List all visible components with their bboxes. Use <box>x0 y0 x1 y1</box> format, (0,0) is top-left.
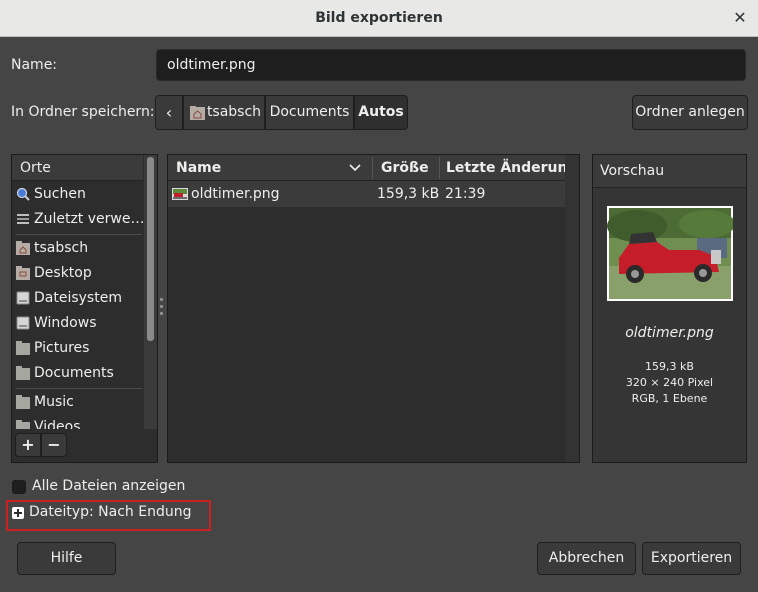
preview-dimensions: 320 × 240 Pixel <box>625 376 714 389</box>
place-item-label: Music <box>34 394 74 410</box>
close-button[interactable]: ✕ <box>730 8 750 28</box>
checkbox-box <box>12 480 26 494</box>
place-item-label: Windows <box>34 315 97 331</box>
places-header-label: Orte <box>20 160 51 176</box>
place-item-music[interactable]: Music <box>13 390 143 415</box>
place-item-home[interactable]: tsabsch <box>13 236 143 261</box>
place-item-documents[interactable]: Documents <box>13 361 143 386</box>
path-segment-home[interactable]: tsabsch <box>183 95 265 130</box>
close-icon: ✕ <box>733 8 747 27</box>
filename-input[interactable]: oldtimer.png <box>156 49 746 81</box>
file-modified: 21:39 <box>445 186 486 202</box>
place-item-label: Documents <box>34 365 114 381</box>
place-item-label: Dateisystem <box>34 290 122 306</box>
preview-header-label: Vorschau <box>600 163 665 179</box>
place-item-label: Suchen <box>34 186 86 202</box>
place-item-filesystem[interactable]: Dateisystem <box>13 286 143 311</box>
place-item-videos[interactable]: Videos <box>13 415 143 429</box>
place-item-windows[interactable]: Windows <box>13 311 143 336</box>
file-size: 159,3 kB <box>377 186 440 202</box>
file-name: oldtimer.png <box>191 186 280 202</box>
place-item-desktop[interactable]: Desktop <box>13 261 143 286</box>
places-separator <box>16 234 142 235</box>
places-panel: Orte Suchen Zuletzt verwe… tsabsch Deskt… <box>11 154 158 463</box>
home-folder-icon <box>190 106 205 120</box>
preview-filename: oldtimer.png <box>625 325 714 341</box>
column-header-name[interactable]: Name <box>168 155 372 181</box>
place-item-search[interactable]: Suchen <box>13 182 143 207</box>
place-item-label: Pictures <box>34 340 90 356</box>
filetype-label: Dateityp: Nach Endung <box>29 504 192 520</box>
column-header-name-label: Name <box>176 160 222 176</box>
show-all-files-checkbox[interactable]: Alle Dateien anzeigen <box>12 478 232 496</box>
path-segment-current-label: Autos <box>358 104 404 120</box>
help-button[interactable]: Hilfe <box>17 542 116 575</box>
create-folder-label: Ordner anlegen <box>635 104 745 120</box>
cancel-button[interactable]: Abbrechen <box>537 542 636 575</box>
places-header: Orte <box>12 155 143 181</box>
sort-chevron-down-icon <box>349 164 361 172</box>
column-header-size-label: Größe <box>381 160 429 176</box>
folder-icon <box>16 420 30 429</box>
places-scrollbar-thumb[interactable] <box>147 157 154 341</box>
export-button-label: Exportieren <box>650 550 733 566</box>
desktop-folder-icon <box>16 266 30 280</box>
place-item-label: Desktop <box>34 265 92 281</box>
search-icon <box>16 187 30 201</box>
name-label: Name: <box>11 57 58 73</box>
path-back-button[interactable]: ‹ <box>155 95 183 130</box>
recent-icon <box>17 214 29 224</box>
add-bookmark-button[interactable]: + <box>15 433 41 457</box>
places-scrollbar[interactable] <box>144 155 157 429</box>
preview-panel: Vorschau oldtimer.png 159,3 kB 320 × 240… <box>592 154 747 463</box>
filetype-expander[interactable]: Dateityp: Nach Endung <box>12 504 202 524</box>
file-list-scrollbar[interactable] <box>565 155 579 462</box>
pane-resize-handle[interactable] <box>160 298 163 318</box>
chevron-left-icon: ‹ <box>165 103 173 122</box>
column-header-modified[interactable]: Letzte Änderung <box>440 155 578 181</box>
cancel-button-label: Abbrechen <box>548 550 625 566</box>
export-button[interactable]: Exportieren <box>642 542 741 575</box>
place-item-label: tsabsch <box>34 240 89 256</box>
folder-icon <box>16 341 30 355</box>
preview-header: Vorschau <box>593 155 746 188</box>
places-separator <box>16 388 142 389</box>
preview-filesize: 159,3 kB <box>645 360 694 373</box>
folder-icon <box>16 395 30 409</box>
place-item-label: Videos <box>34 419 81 429</box>
path-segment-current[interactable]: Autos <box>354 95 408 130</box>
drive-icon <box>16 316 30 330</box>
save-in-label: In Ordner speichern: <box>11 104 155 120</box>
home-folder-icon <box>16 241 30 255</box>
place-item-label: Zuletzt verwe… <box>34 211 143 227</box>
drive-icon <box>16 291 30 305</box>
remove-bookmark-button[interactable]: − <box>41 433 67 457</box>
remove-icon: − <box>47 435 61 454</box>
place-item-pictures[interactable]: Pictures <box>13 336 143 361</box>
path-segment-home-label: tsabsch <box>206 104 262 120</box>
path-segment-documents-label: Documents <box>269 104 350 120</box>
window-title: Bild exportieren <box>315 10 443 26</box>
image-file-icon <box>172 188 188 200</box>
create-folder-button[interactable]: Ordner anlegen <box>632 95 748 130</box>
help-button-label: Hilfe <box>50 550 83 566</box>
column-header-modified-label: Letzte Änderung <box>446 160 578 176</box>
preview-thumbnail <box>607 206 733 301</box>
folder-icon <box>16 366 30 380</box>
table-row[interactable]: oldtimer.png 159,3 kB 21:39 <box>168 181 565 207</box>
file-list-panel: Name Größe Letzte Änderung oldtimer.png … <box>167 154 580 463</box>
add-icon: + <box>21 435 35 454</box>
place-item-recent[interactable]: Zuletzt verwe… <box>13 207 143 232</box>
expander-plus-icon <box>12 507 24 519</box>
path-segment-documents[interactable]: Documents <box>265 95 354 130</box>
preview-color-mode: RGB, 1 Ebene <box>631 392 708 405</box>
column-header-size[interactable]: Größe <box>373 155 439 181</box>
show-all-files-label: Alle Dateien anzeigen <box>32 478 186 494</box>
